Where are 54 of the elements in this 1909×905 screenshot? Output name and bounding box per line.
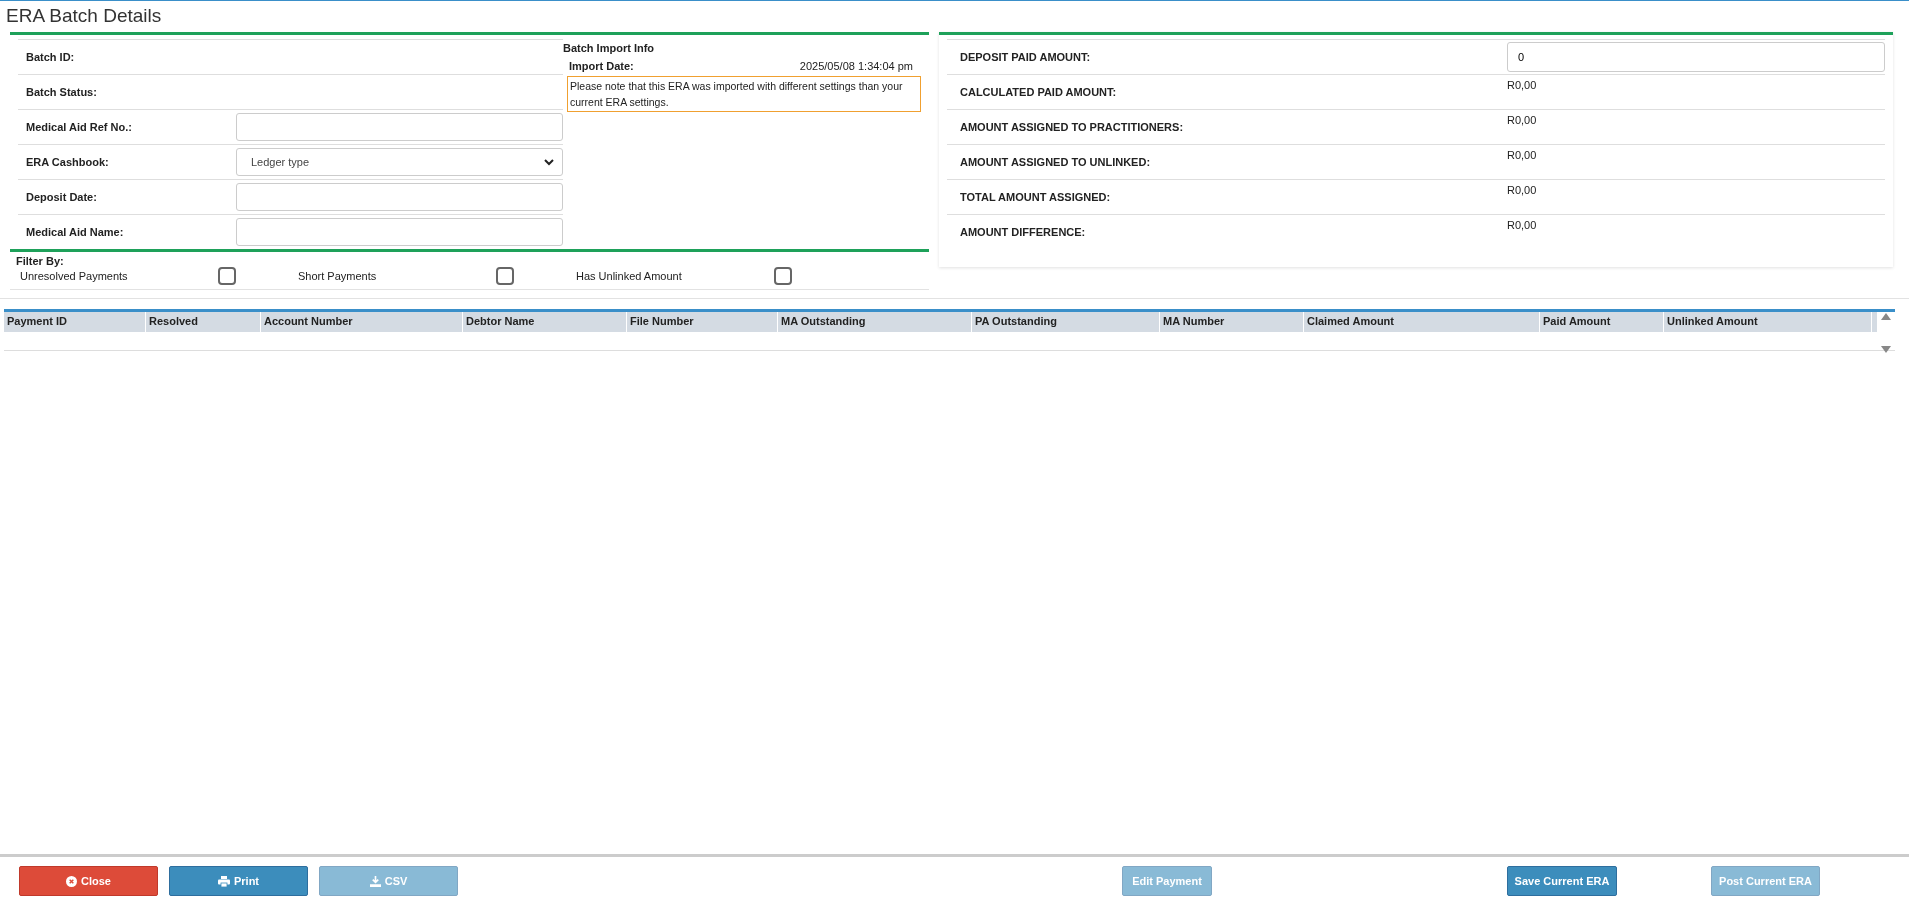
chevron-down-icon <box>544 158 554 166</box>
scroll-down-icon[interactable] <box>1881 346 1891 353</box>
filter-title: Filter By: <box>16 255 65 267</box>
select-field[interactable]: Ledger type <box>236 148 563 176</box>
input-field[interactable] <box>236 113 563 141</box>
amount-value: R0,00 <box>1507 218 1537 231</box>
amount-label: DEPOSIT PAID AMOUNT: <box>960 51 1092 63</box>
field-label: Batch Status: <box>26 86 98 98</box>
field-label: Batch ID: <box>26 51 76 63</box>
action-button[interactable]: Save Current ERA <box>1507 866 1617 896</box>
column-header[interactable]: File Number <box>627 312 778 332</box>
field-label: Import Date: <box>569 60 634 72</box>
field-label: Deposit Date: <box>26 191 98 203</box>
column-header[interactable]: Paid Amount <box>1540 312 1664 332</box>
printer-icon <box>217 875 230 887</box>
amount-value: R0,00 <box>1507 148 1537 161</box>
filter-label: Unresolved Payments <box>19 270 128 282</box>
column-header[interactable]: Account Number <box>261 312 463 332</box>
download-icon <box>369 875 381 887</box>
amount-value: R0,00 <box>1507 183 1537 196</box>
action-button[interactable]: Close <box>19 866 158 896</box>
amount-value: R0,00 <box>1507 113 1537 126</box>
input-field[interactable] <box>236 183 563 211</box>
window-title: ERA Batch Details <box>5 4 163 28</box>
column-header[interactable]: Unlinked Amount <box>1664 312 1872 332</box>
column-header[interactable]: Claimed Amount <box>1304 312 1540 332</box>
action-button[interactable]: Print <box>169 866 308 896</box>
field-label: Medical Aid Name: <box>26 226 125 238</box>
field-label: ERA Cashbook: <box>26 156 110 168</box>
filter-label: Short Payments <box>297 270 377 282</box>
amount-label: CALCULATED PAID AMOUNT: <box>960 86 1118 98</box>
column-header[interactable]: MA Number <box>1160 312 1304 332</box>
amount-label: TOTAL AMOUNT ASSIGNED: <box>960 191 1112 203</box>
checkbox[interactable] <box>218 267 236 285</box>
notice-message: Please note that this ERA was imported with different settings than your current ERA settings. <box>567 76 921 112</box>
column-header[interactable]: Resolved <box>146 312 261 332</box>
column-header[interactable]: PA Outstanding <box>972 312 1160 332</box>
amount-label: AMOUNT ASSIGNED TO PRACTITIONERS: <box>960 121 1185 133</box>
amount-label: AMOUNT DIFFERENCE: <box>960 226 1087 238</box>
section-title: Batch Import Info <box>563 41 656 56</box>
import-date: 2025/05/08 1:34:04 pm <box>799 60 913 72</box>
amount-label: AMOUNT ASSIGNED TO UNLINKED: <box>960 156 1152 168</box>
column-header[interactable]: Payment ID <box>4 312 146 332</box>
checkbox[interactable] <box>496 267 514 285</box>
amount-input[interactable]: 0 <box>1507 42 1885 72</box>
column-header[interactable]: Debtor Name <box>463 312 627 332</box>
close-icon <box>66 875 77 887</box>
input-field[interactable] <box>236 218 563 246</box>
field-label: Medical Aid Ref No.: <box>26 121 133 133</box>
amount-value: R0,00 <box>1507 78 1537 91</box>
filter-label: Has Unlinked Amount <box>575 270 682 282</box>
checkbox[interactable] <box>774 267 792 285</box>
column-header[interactable]: MA Outstanding <box>778 312 972 332</box>
scroll-up-icon[interactable] <box>1881 313 1891 320</box>
